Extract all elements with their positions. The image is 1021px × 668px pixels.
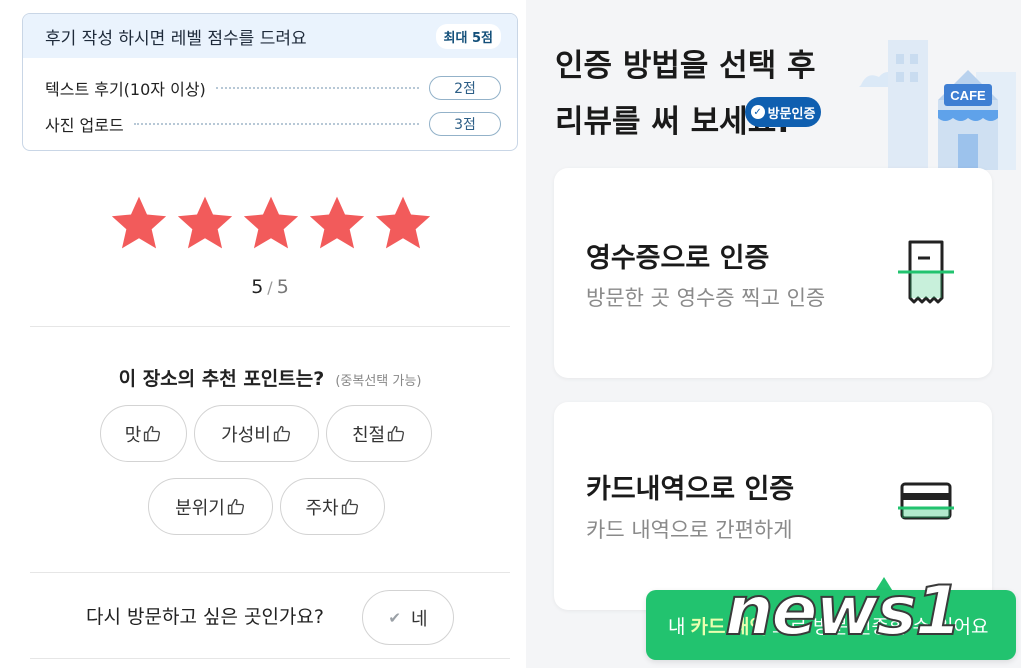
points-row-label: 텍스트 후기(10자 이상) (45, 80, 206, 99)
cta-emphasis: 카드 내역 (690, 615, 768, 638)
divider (30, 326, 510, 327)
review-form-panel: 후기 작성 하시면 레벨 점수를 드려요 최대 5점 텍스트 후기(10자 이상… (0, 0, 540, 668)
revisit-yes-button[interactable]: ✔ 네 (362, 590, 454, 645)
cta-prefix: 내 (668, 615, 686, 638)
points-row-label: 사진 업로드 (45, 116, 124, 135)
verification-panel: 인증 방법을 선택 후 리뷰를 써 보세요! ✓ 방문인증 CAFE 영수증으로… (526, 0, 1021, 668)
thumbs-up-icon (273, 425, 290, 441)
rating-current: 5 (251, 276, 264, 298)
star-icon-4[interactable] (306, 192, 368, 254)
chip-label: 가성비 (221, 424, 271, 446)
divider (30, 572, 510, 573)
star-icon-5[interactable] (372, 192, 434, 254)
thumbs-up-icon (144, 425, 161, 441)
star-icon-1[interactable] (108, 192, 170, 254)
rating-score: 5/5 (0, 276, 540, 298)
visit-verified-label: 방문인증 (767, 106, 816, 122)
card-verify-cta-button[interactable]: 내 카드 내역 으로 방문 인증할 수 있어요 (646, 590, 1016, 660)
cta-suffix: 으로 방문 인증할 수 있어요 (772, 615, 989, 638)
chip-label: 주차 (305, 497, 339, 519)
chip-label: 분위기 (175, 497, 225, 519)
chip-taste[interactable]: 맛 (100, 405, 187, 462)
option-subtitle: 방문한 곳 영수증 찍고 인증 (586, 286, 826, 310)
rating-separator: / (267, 278, 273, 297)
thumbs-up-icon (341, 498, 358, 514)
verification-headline: 인증 방법을 선택 후 리뷰를 써 보세요! (555, 38, 816, 150)
points-row-photo-upload: 사진 업로드 3점 (45, 111, 501, 137)
star-rating (108, 192, 434, 254)
cafe-sign-text: CAFE (950, 88, 986, 103)
cafe-building-illustration: CAFE (859, 40, 1016, 170)
points-row-text-review: 텍스트 후기(10자 이상) 2점 (45, 75, 501, 101)
option-title: 영수증으로 인증 (586, 243, 770, 274)
points-info-title: 후기 작성 하시면 레벨 점수를 드려요 (45, 28, 307, 49)
receipt-verification-card[interactable]: 영수증으로 인증 방문한 곳 영수증 찍고 인증 (554, 168, 992, 378)
check-circle-icon: ✓ (750, 105, 765, 119)
card-history-verification-card[interactable]: 카드내역으로 인증 카드 내역으로 간편하게 (554, 402, 992, 610)
recommend-note: (중복선택 가능) (335, 374, 422, 389)
chip-label: 친절 (351, 424, 386, 446)
option-subtitle: 카드 내역으로 간편하게 (586, 518, 793, 542)
max-points-badge: 최대 5점 (435, 23, 501, 49)
check-icon: ✔ (388, 608, 401, 627)
divider (30, 658, 510, 659)
revisit-yes-label: 네 (411, 608, 428, 630)
points-value-pill: 2점 (429, 76, 501, 100)
recommend-points-heading: 이 장소의 추천 포인트는? (중복선택 가능) (0, 364, 540, 391)
credit-card-icon (898, 482, 954, 520)
rating-max: 5 (276, 276, 289, 298)
points-value-pill: 3점 (429, 112, 501, 136)
receipt-icon (898, 240, 954, 304)
chip-atmosphere[interactable]: 분위기 (148, 478, 273, 535)
visit-verified-badge: ✓ 방문인증 (745, 97, 821, 127)
star-icon-2[interactable] (174, 192, 236, 254)
chip-kindness[interactable]: 친절 (326, 405, 432, 462)
star-icon-3[interactable] (240, 192, 302, 254)
thumbs-up-icon (387, 425, 405, 441)
revisit-question: 다시 방문하고 싶은 곳인가요? (86, 606, 324, 628)
dotted-leader (215, 87, 419, 89)
chip-parking[interactable]: 주차 (280, 478, 385, 535)
recommend-title: 이 장소의 추천 포인트는? (118, 368, 325, 390)
points-info-header: 후기 작성 하시면 레벨 점수를 드려요 최대 5점 (23, 14, 517, 58)
option-title: 카드내역으로 인증 (586, 474, 795, 505)
dotted-leader (133, 123, 419, 125)
level-points-info-box: 후기 작성 하시면 레벨 점수를 드려요 최대 5점 텍스트 후기(10자 이상… (22, 13, 518, 151)
chip-label: 맛 (124, 424, 142, 446)
chip-value[interactable]: 가성비 (194, 405, 319, 462)
headline-line-1: 인증 방법을 선택 후 (555, 48, 816, 84)
thumbs-up-icon (227, 498, 244, 514)
